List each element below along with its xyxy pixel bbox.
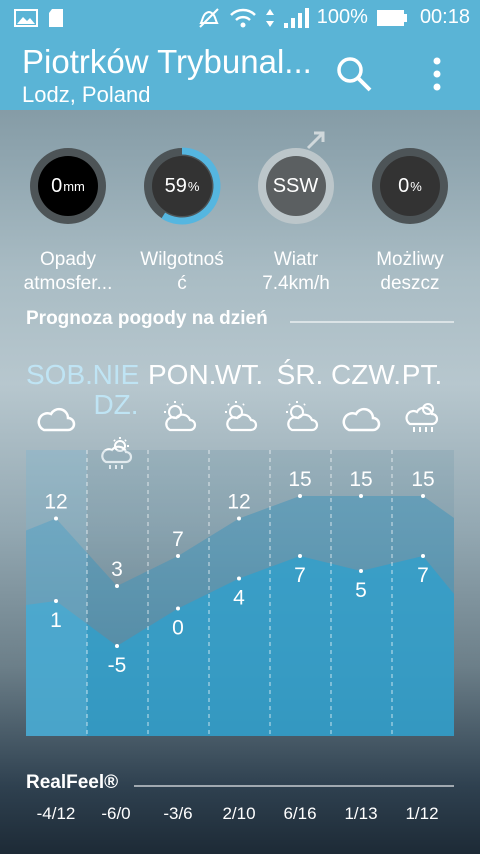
day-sun[interactable]: NIEDZ. — [86, 360, 146, 420]
realfeel-value: 2/10 — [222, 804, 256, 823]
humidity-label: Wilgotność — [140, 249, 224, 294]
rain-cloud-icon — [405, 403, 439, 432]
signal-icon — [283, 7, 309, 28]
day-mon[interactable]: PON. — [148, 360, 216, 390]
realfeel-value: 1/13 — [344, 804, 378, 823]
high-temp-point — [176, 554, 180, 558]
precipitation-value: 0 — [51, 174, 63, 197]
sun-cloud-rain-icon — [101, 437, 133, 469]
low-temp-point — [359, 569, 363, 573]
day-tue[interactable]: WT. — [209, 360, 269, 390]
gallery-icon — [14, 9, 38, 27]
high-temp-label: 3 — [111, 558, 123, 581]
wind-label: Wiatr 7.4km/h — [262, 249, 330, 294]
forecast-divider — [290, 321, 454, 323]
wifi-icon — [229, 8, 256, 27]
high-temp-point — [54, 516, 58, 521]
sun-cloud-icon — [225, 401, 258, 432]
high-temp-label: 15 — [288, 468, 311, 491]
low-temp-label: 7 — [294, 564, 306, 587]
search-icon[interactable] — [334, 54, 374, 94]
battery-icon — [376, 9, 407, 26]
wind-dial: SSW — [254, 131, 338, 228]
low-temp-label: 1 — [50, 609, 62, 632]
precipitation-label: Opady atmosfer... — [23, 249, 113, 294]
precipitation-dial: 0 mm — [26, 144, 110, 228]
selected-day-column — [26, 450, 87, 736]
realfeel-value: -3/6 — [163, 804, 193, 823]
low-temp-label: -5 — [108, 654, 127, 677]
low-temp-point — [176, 606, 180, 611]
cloud-icon — [37, 407, 76, 432]
high-temp-label: 7 — [172, 528, 184, 551]
day-wed[interactable]: ŚR. — [270, 360, 330, 390]
wind-direction-value: SSW — [272, 174, 319, 197]
low-temp-label: 0 — [172, 617, 184, 640]
low-temp-area — [26, 556, 454, 736]
low-temp-point — [115, 644, 119, 648]
high-temp-label: 12 — [44, 491, 67, 514]
high-temp-point — [421, 494, 425, 498]
location-subtitle: Lodz, Poland — [22, 82, 151, 107]
battery-percent: 100% — [316, 6, 368, 28]
low-temp-label: 5 — [355, 579, 367, 602]
high-temp-label: 12 — [227, 491, 250, 514]
high-temp-label: 15 — [411, 468, 434, 491]
data-arrows-icon — [265, 8, 274, 27]
realfeel-value: 1/12 — [405, 804, 439, 823]
low-temp-label: 4 — [233, 587, 245, 610]
rain-chance-value: 0 — [398, 174, 410, 197]
sd-card-icon — [49, 9, 63, 27]
rain-chance-dial: 0% — [368, 144, 452, 228]
chart-plot-area — [26, 450, 454, 736]
realfeel-value: -4/12 — [36, 804, 76, 823]
low-temp-point — [421, 554, 425, 558]
day-sat[interactable]: SOB. — [26, 360, 93, 390]
high-temp-point — [237, 516, 241, 521]
humidity-dial: 59% — [140, 144, 224, 228]
high-temp-area — [26, 496, 454, 736]
realfeel-divider — [134, 785, 454, 787]
low-temp-point — [54, 599, 58, 603]
high-temp-point — [298, 494, 302, 498]
cloud-icon — [342, 407, 381, 432]
overflow-menu-icon[interactable] — [428, 56, 446, 92]
realfeel-title: RealFeel® — [26, 772, 119, 793]
day-fri[interactable]: PT. — [392, 360, 452, 390]
mute-icon — [199, 7, 219, 28]
low-temp-label: 7 — [417, 564, 429, 587]
realfeel-value: -6/0 — [101, 804, 131, 823]
realfeel-value: 6/16 — [283, 804, 317, 823]
day-thu[interactable]: CZW. — [331, 360, 401, 390]
sun-cloud-icon — [164, 401, 197, 432]
high-temp-label: 15 — [349, 468, 372, 491]
rain-chance-label: Możliwy deszcz — [376, 249, 444, 294]
status-bar: 100% 00:18 — [0, 0, 480, 38]
precipitation-unit: mm — [63, 178, 85, 194]
rain-chance-unit: % — [410, 178, 422, 194]
location-title[interactable]: Piotrków Trybunal... — [22, 44, 312, 80]
high-temp-point — [359, 494, 363, 498]
humidity-value: 59 — [164, 174, 187, 197]
low-temp-point — [237, 576, 241, 581]
sun-cloud-icon — [286, 401, 319, 432]
forecast-title: Prognoza pogody na dzień — [26, 308, 268, 329]
high-temp-point — [115, 584, 119, 588]
humidity-unit: % — [187, 178, 200, 194]
clock: 00:18 — [419, 6, 470, 28]
low-temp-point — [298, 554, 302, 558]
